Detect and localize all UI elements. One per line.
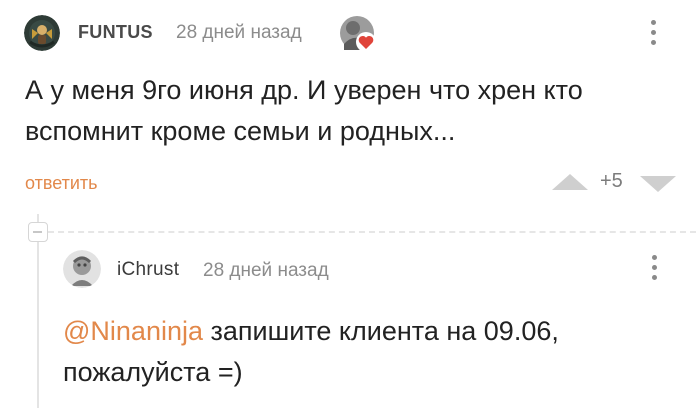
comment-text: А у меня 9го июня др. И уверен что хрен …: [25, 75, 583, 146]
heart-badge-icon: [338, 14, 378, 54]
comment: FUNTUS 28 дней назад А у меня 9го июня д…: [0, 0, 700, 210]
vote-down-icon[interactable]: [640, 176, 676, 199]
thread-divider: [48, 231, 696, 233]
thread-line: [37, 214, 39, 408]
comment-menu-icon[interactable]: [649, 20, 657, 50]
comment-rating: +5: [600, 170, 623, 192]
reply-author[interactable]: iChrust: [117, 259, 179, 281]
reply-time[interactable]: 28 дней назад: [203, 260, 329, 282]
avatar-ichrust[interactable]: [63, 250, 101, 288]
collapse-thread-button[interactable]: [28, 222, 48, 242]
comment-author[interactable]: FUNTUS: [78, 22, 153, 43]
reply-button[interactable]: ответить: [25, 173, 98, 194]
reply-menu-icon[interactable]: [650, 255, 658, 285]
reply-text-block: @Ninaninja запишите клиента на 09.06, по…: [63, 311, 663, 393]
comment-time[interactable]: 28 дней назад: [176, 22, 302, 44]
user-mention-link[interactable]: @Ninaninja: [63, 316, 203, 346]
avatar-funtus[interactable]: [24, 15, 60, 51]
vote-up-icon[interactable]: [552, 172, 588, 195]
